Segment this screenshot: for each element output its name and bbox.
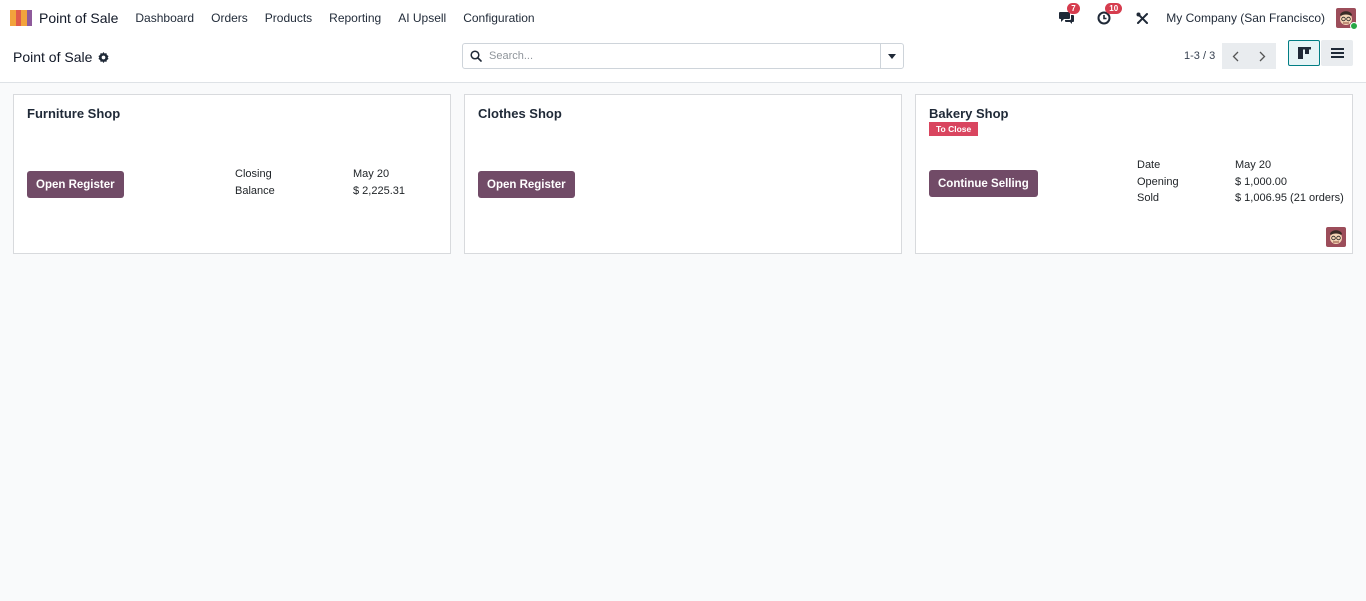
stat-value-balance: $ 2,225.31	[353, 185, 405, 197]
list-icon	[1330, 48, 1344, 58]
menu-products[interactable]: Products	[265, 11, 312, 25]
menu-dashboard[interactable]: Dashboard	[135, 11, 194, 25]
open-register-button[interactable]: Open Register	[27, 171, 124, 198]
kanban-view-button[interactable]	[1288, 40, 1320, 66]
search-bar	[462, 43, 904, 69]
debug-tools-button[interactable]	[1134, 10, 1150, 26]
stat-label-balance: Balance	[235, 185, 275, 197]
stat-value-opening: $ 1,000.00	[1235, 176, 1287, 188]
activities-button[interactable]: 10	[1096, 3, 1123, 26]
continue-selling-button[interactable]: Continue Selling	[929, 170, 1038, 197]
control-panel: Point of Sale 1-3 / 3	[0, 36, 1366, 83]
pos-card-furniture-shop: Furniture Shop Open Register Closing May…	[13, 94, 451, 254]
pager-previous-button[interactable]	[1222, 43, 1249, 69]
stat-label-opening: Opening	[1137, 176, 1179, 188]
top-navbar: Point of Sale Dashboard Orders Products …	[0, 0, 1366, 36]
messages-badge: 7	[1067, 3, 1080, 14]
status-badge: To Close	[929, 122, 979, 136]
pos-app-icon[interactable]	[10, 10, 32, 26]
search-options-toggle[interactable]	[880, 44, 903, 68]
pos-card-bakery-shop: Bakery Shop To Close Continue Selling Da…	[915, 94, 1353, 254]
page-title: Point of Sale	[13, 49, 109, 65]
kanban-icon	[1297, 47, 1311, 59]
page-title-text: Point of Sale	[13, 49, 93, 65]
stat-label-sold: Sold	[1137, 192, 1160, 204]
messages-button[interactable]: 7	[1058, 3, 1080, 26]
gear-icon[interactable]	[98, 51, 109, 63]
menu-ai-upsell[interactable]: AI Upsell	[398, 11, 446, 25]
stat-label-date: Date	[1137, 159, 1161, 171]
app-name[interactable]: Point of Sale	[39, 10, 118, 26]
chevron-right-icon	[1259, 51, 1266, 61]
user-avatar[interactable]	[1336, 8, 1358, 30]
tools-icon	[1136, 12, 1148, 24]
avatar-icon	[1326, 227, 1346, 247]
pager-value[interactable]: 1-3 / 3	[1184, 50, 1215, 62]
list-view-button[interactable]	[1321, 40, 1353, 66]
menu-orders[interactable]: Orders	[211, 11, 248, 25]
card-title[interactable]: Bakery Shop	[929, 106, 1008, 121]
search-input[interactable]	[489, 50, 880, 62]
open-register-button[interactable]: Open Register	[478, 171, 575, 198]
company-switcher[interactable]: My Company (San Francisco)	[1166, 11, 1325, 25]
activities-badge: 10	[1105, 3, 1123, 14]
stat-value-sold: $ 1,006.95 (21 orders)	[1235, 192, 1344, 204]
online-status-dot	[1350, 22, 1358, 30]
pager-next-button[interactable]	[1249, 43, 1276, 69]
stat-value-closing: May 20	[353, 168, 390, 180]
pos-card-clothes-shop: Clothes Shop Open Register	[464, 94, 902, 254]
chevron-left-icon	[1232, 51, 1239, 61]
menu-configuration[interactable]: Configuration	[463, 11, 534, 25]
stat-label-closing: Closing	[235, 168, 272, 180]
card-title[interactable]: Furniture Shop	[27, 106, 120, 121]
search-icon	[463, 50, 489, 62]
stat-value-date: May 20	[1235, 159, 1272, 171]
caret-down-icon	[888, 53, 896, 59]
card-title[interactable]: Clothes Shop	[478, 106, 562, 121]
menu-reporting[interactable]: Reporting	[329, 11, 381, 25]
responsible-avatar[interactable]	[1326, 227, 1346, 247]
